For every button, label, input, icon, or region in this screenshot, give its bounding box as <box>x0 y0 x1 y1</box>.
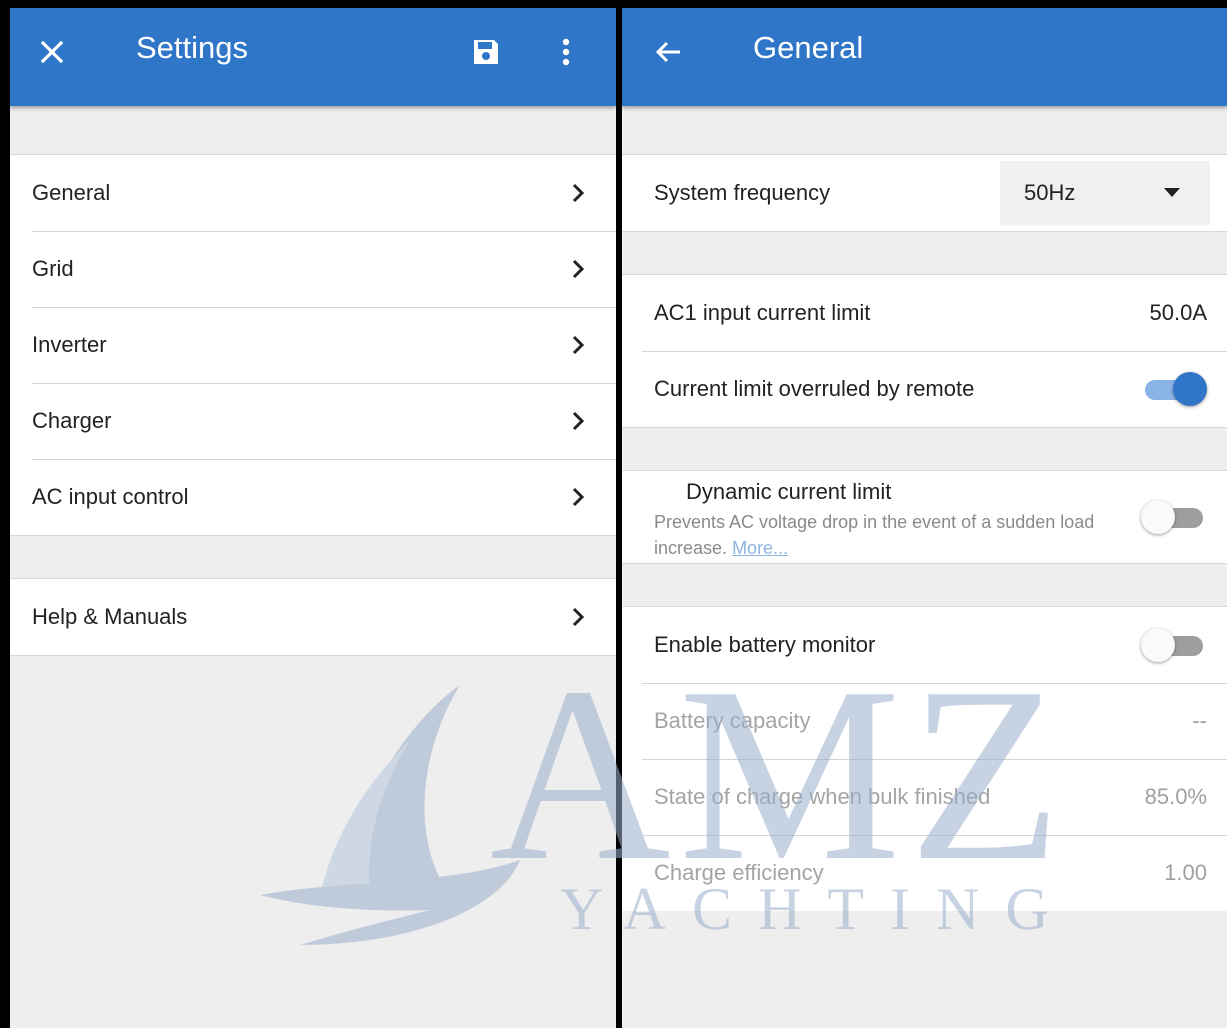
soc-bulk-label: State of charge when bulk finished <box>654 784 991 809</box>
battery-monitor-label: Enable battery monitor <box>654 632 876 657</box>
overruled-toggle[interactable] <box>1141 372 1207 406</box>
dynamic-limit-label: Dynamic current limit <box>686 479 892 504</box>
battery-capacity-value: -- <box>1192 708 1207 733</box>
charge-efficiency-value: 1.00 <box>1164 860 1207 885</box>
dropdown-caret-icon <box>1164 188 1180 197</box>
system-frequency-row: System frequency 50Hz <box>622 155 1227 231</box>
chevron-right-icon <box>572 487 585 507</box>
more-link[interactable]: More... <box>732 538 788 558</box>
menu-item-label: Help & Manuals <box>32 604 188 629</box>
battery-capacity-row: Battery capacity -- <box>622 683 1227 759</box>
menu-item-help-manuals[interactable]: Help & Manuals <box>10 579 616 655</box>
toggle-thumb <box>1173 372 1207 406</box>
menu-item-label: Charger <box>32 408 112 433</box>
menu-item-label: General <box>32 180 111 205</box>
system-frequency-value: 50Hz <box>1024 180 1076 205</box>
page-title: Settings <box>136 30 249 65</box>
page-title: General <box>753 30 864 65</box>
save-icon[interactable] <box>468 34 504 70</box>
overruled-row: Current limit overruled by remote <box>622 351 1227 427</box>
menu-item-ac-input-control[interactable]: AC input control <box>10 459 616 535</box>
chevron-right-icon <box>572 411 585 431</box>
menu-item-charger[interactable]: Charger <box>10 383 616 459</box>
chevron-right-icon <box>572 607 585 627</box>
dynamic-limit-description: Prevents AC voltage drop in the event of… <box>654 509 1124 561</box>
menu-item-label: Grid <box>32 256 74 281</box>
chevron-right-icon <box>572 259 585 279</box>
ac1-limit-value: 50.0A <box>1149 300 1208 325</box>
dynamic-limit-toggle[interactable] <box>1141 500 1207 534</box>
toggle-thumb <box>1141 628 1175 662</box>
battery-monitor-row: Enable battery monitor <box>622 607 1227 683</box>
ac1-limit-row[interactable]: AC1 input current limit 50.0A <box>622 275 1227 351</box>
system-frequency-select[interactable]: 50Hz <box>1000 161 1210 225</box>
dynamic-limit-section: Dynamic current limit Prevents AC voltag… <box>622 470 1227 564</box>
dynamic-limit-description-text: Prevents AC voltage drop in the event of… <box>654 512 1095 558</box>
menu-item-inverter[interactable]: Inverter <box>10 307 616 383</box>
general-app-bar: General <box>622 8 1227 106</box>
chevron-right-icon <box>572 183 585 203</box>
menu-item-general[interactable]: General <box>10 155 616 231</box>
menu-item-label: AC input control <box>32 484 189 509</box>
ac1-limit-label: AC1 input current limit <box>654 300 871 325</box>
dynamic-limit-row: Dynamic current limit Prevents AC voltag… <box>622 471 1227 563</box>
back-arrow-icon[interactable] <box>650 34 686 70</box>
overruled-label: Current limit overruled by remote <box>654 376 975 401</box>
soc-bulk-row: State of charge when bulk finished 85.0% <box>622 759 1227 835</box>
chevron-right-icon <box>572 335 585 355</box>
menu-item-label: Inverter <box>32 332 107 357</box>
current-limit-section: AC1 input current limit 50.0A Current li… <box>622 274 1227 428</box>
general-panel: General System frequency 50Hz AC1 input … <box>622 0 1227 1028</box>
settings-app-bar: Settings <box>10 8 616 106</box>
soc-bulk-value: 85.0% <box>1144 784 1207 809</box>
close-icon[interactable] <box>34 34 70 70</box>
charge-efficiency-row: Charge efficiency 1.00 <box>622 835 1227 911</box>
menu-item-grid[interactable]: Grid <box>10 231 616 307</box>
more-vert-icon[interactable] <box>554 34 578 70</box>
battery-capacity-label: Battery capacity <box>654 708 811 733</box>
system-frequency-label: System frequency <box>654 180 831 205</box>
settings-panel: Settings General Grid Inverter Charger A… <box>0 0 616 1028</box>
frequency-section: System frequency 50Hz <box>622 154 1227 232</box>
help-list: Help & Manuals <box>10 578 616 656</box>
charge-efficiency-label: Charge efficiency <box>654 860 824 885</box>
toggle-thumb <box>1141 500 1175 534</box>
settings-menu-list: General Grid Inverter Charger AC input c… <box>10 154 616 536</box>
dynamic-limit-text: Dynamic current limit Prevents AC voltag… <box>654 479 1124 561</box>
battery-monitor-section: Enable battery monitor Battery capacity … <box>622 606 1227 911</box>
battery-monitor-toggle[interactable] <box>1141 628 1207 662</box>
